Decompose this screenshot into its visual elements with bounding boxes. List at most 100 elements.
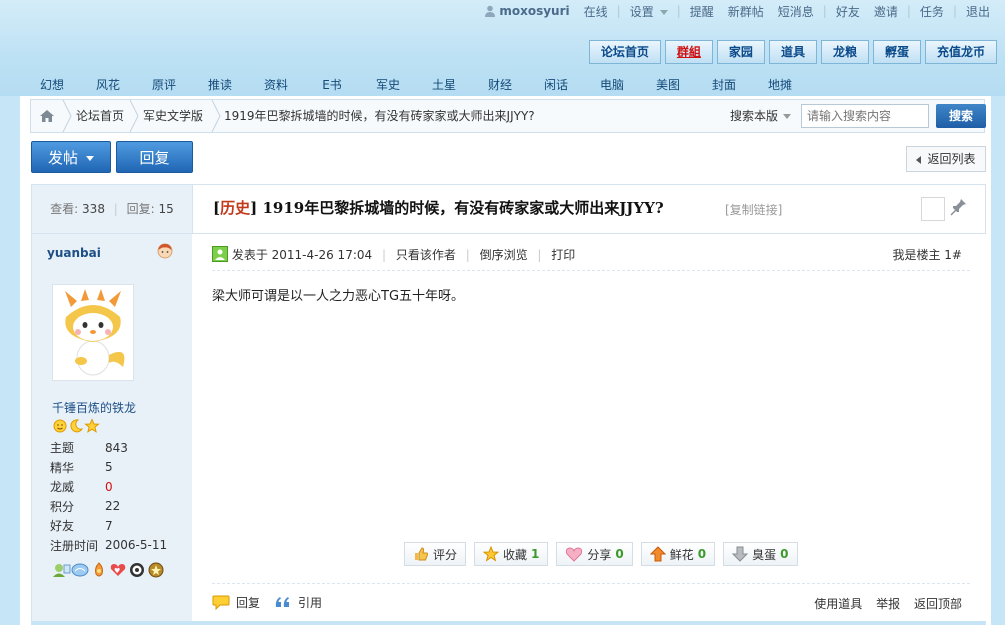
post-content: 梁大师可谓是以一人之力恶心TG五十年呀。 — [212, 289, 465, 304]
breadcrumb: 论坛首页 军史文学版 1919年巴黎拆城墙的时候，有没有砖家家或大师出来JJYY… — [30, 99, 986, 133]
gift-icon[interactable] — [90, 562, 109, 578]
userbar-online[interactable]: 在线 — [584, 3, 608, 20]
checkbox[interactable] — [921, 197, 945, 221]
separator: | — [822, 4, 827, 18]
use-item-link[interactable]: 使用道具 — [814, 597, 862, 611]
heart-icon[interactable]: ♥ — [109, 562, 128, 578]
quote-post-link[interactable]: 引用 — [274, 594, 322, 611]
thumbs-up-icon — [415, 547, 428, 561]
author-name[interactable]: yuanbai — [47, 246, 101, 260]
report-link[interactable]: 举报 — [876, 597, 900, 611]
nav-item[interactable]: 地摊 — [752, 76, 808, 93]
tab-hatch[interactable]: 孵蛋 — [872, 40, 921, 64]
userbar-invite[interactable]: 邀请 — [874, 3, 898, 20]
chevron-left-icon — [916, 155, 922, 164]
userbar-new-group-posts[interactable]: 新群帖 — [728, 3, 764, 20]
search-button[interactable]: 搜索 — [936, 104, 986, 128]
userbar-friends[interactable]: 好友 — [836, 3, 860, 20]
home-icon[interactable] — [31, 100, 63, 132]
tab-dragon-food[interactable]: 龙粮 — [820, 40, 869, 64]
nav-item[interactable]: 美图 — [640, 76, 696, 93]
copy-link-button[interactable]: [复制链接] — [725, 201, 782, 218]
medal-icon[interactable] — [147, 562, 166, 578]
new-post-button[interactable]: 发帖 — [31, 141, 111, 173]
userbar-notify[interactable]: 提醒 — [690, 3, 714, 20]
nav-item[interactable]: 财经 — [472, 76, 528, 93]
breadcrumb-board[interactable]: 军史文学版 — [143, 100, 203, 132]
nav-item[interactable]: 推读 — [192, 76, 248, 93]
chevron-down-icon — [659, 9, 668, 15]
username-link[interactable]: moxosyuri — [484, 4, 570, 18]
only-author-link[interactable]: 只看该作者 — [396, 248, 456, 262]
target-icon[interactable] — [128, 562, 147, 578]
nav-item[interactable]: 幻想 — [24, 76, 80, 93]
reverse-order-link[interactable]: 倒序浏览 — [480, 248, 528, 262]
userbar-messages[interactable]: 短消息 — [778, 3, 814, 20]
thread-category-tag[interactable]: 历史 — [220, 199, 250, 217]
tab-forum-home[interactable]: 论坛首页 — [588, 40, 661, 64]
nav-item[interactable]: 土星 — [416, 76, 472, 93]
tab-recharge[interactable]: 充值龙币 — [924, 40, 997, 64]
share-button[interactable]: 分享 0 — [556, 542, 633, 566]
back-to-top-link[interactable]: 返回顶部 — [914, 597, 962, 611]
main-container: 论坛首页 军史文学版 1919年巴黎拆城墙的时候，有没有砖家家或大师出来JJYY… — [20, 96, 991, 625]
category-nav: 幻想 风花 原评 推读 资料 E书 军史 土星 财经 闲话 电脑 美图 封面 地… — [24, 76, 808, 93]
print-link[interactable]: 打印 — [551, 248, 575, 262]
flower-button[interactable]: 鲜花 0 — [640, 542, 716, 566]
tab-items[interactable]: 道具 — [768, 40, 817, 64]
breadcrumb-thread[interactable]: 1919年巴黎拆城墙的时候，有没有砖家家或大师出来JJYY? — [224, 100, 535, 132]
search-scope-select[interactable]: 搜索本版 — [730, 100, 792, 132]
breadcrumb-separator-icon — [211, 100, 221, 132]
favorite-count: 1 — [531, 547, 540, 561]
arrow-down-icon — [732, 546, 749, 562]
speech-bubble-icon — [212, 595, 230, 610]
nav-item[interactable]: 军史 — [360, 76, 416, 93]
svg-text:♥: ♥ — [114, 567, 120, 575]
nav-item[interactable]: 资料 — [248, 76, 304, 93]
tab-home[interactable]: 家园 — [716, 40, 765, 64]
reply-post-link[interactable]: 回复 — [212, 594, 260, 611]
right-margin — [991, 96, 1005, 625]
favorite-button[interactable]: 收藏 1 — [474, 542, 549, 566]
separator: | — [952, 4, 957, 18]
thread-header: [历史] 1919年巴黎拆城墙的时候，有没有砖家家或大师出来JJYY? [复制链… — [192, 184, 986, 234]
reply-button[interactable]: 回复 — [116, 141, 193, 173]
search-input[interactable] — [801, 104, 929, 128]
userbar-tasks[interactable]: 任务 — [920, 3, 944, 20]
nav-item[interactable]: 风花 — [80, 76, 136, 93]
rate-button[interactable]: 评分 — [404, 542, 467, 566]
pin-icon[interactable] — [950, 197, 968, 220]
top-tabs: 论坛首页 群組 家园 道具 龙粮 孵蛋 充值龙币 — [585, 40, 997, 64]
nav-item[interactable]: 电脑 — [584, 76, 640, 93]
breadcrumb-separator-icon — [129, 100, 139, 132]
message-icon[interactable] — [71, 562, 90, 578]
stat-row: 龙威 0 — [50, 479, 113, 495]
egg-button[interactable]: 臭蛋 0 — [723, 542, 798, 566]
nav-item[interactable]: 闲话 — [528, 76, 584, 93]
separator: | — [465, 248, 470, 262]
breadcrumb-forum-home[interactable]: 论坛首页 — [76, 100, 124, 132]
separator: | — [381, 248, 387, 262]
quote-icon — [275, 597, 290, 607]
breadcrumb-separator-icon — [62, 100, 72, 132]
tab-groups[interactable]: 群組 — [664, 40, 713, 64]
nav-item[interactable]: E书 — [304, 76, 360, 93]
left-margin — [0, 96, 20, 625]
egg-count: 0 — [780, 547, 789, 561]
stat-row: 精华 5 — [50, 460, 113, 475]
heart-icon — [566, 547, 583, 562]
back-to-list-button[interactable]: 返回列表 — [906, 146, 986, 172]
star-icon — [84, 418, 100, 433]
avatar[interactable] — [52, 284, 134, 381]
post-time: 发表于 2011-4-26 17:04 — [231, 248, 373, 262]
flower-count: 0 — [697, 547, 707, 561]
profile-icon[interactable] — [52, 562, 71, 578]
separator: | — [616, 4, 621, 18]
userbar-logout[interactable]: 退出 — [966, 3, 990, 20]
userbar-settings[interactable]: 设置 — [630, 3, 668, 20]
nav-item[interactable]: 封面 — [696, 76, 752, 93]
separator: | — [676, 4, 681, 18]
floor-number[interactable]: 我是楼主 1# — [892, 246, 962, 263]
view-count: 338 — [82, 202, 105, 216]
nav-item[interactable]: 原评 — [136, 76, 192, 93]
